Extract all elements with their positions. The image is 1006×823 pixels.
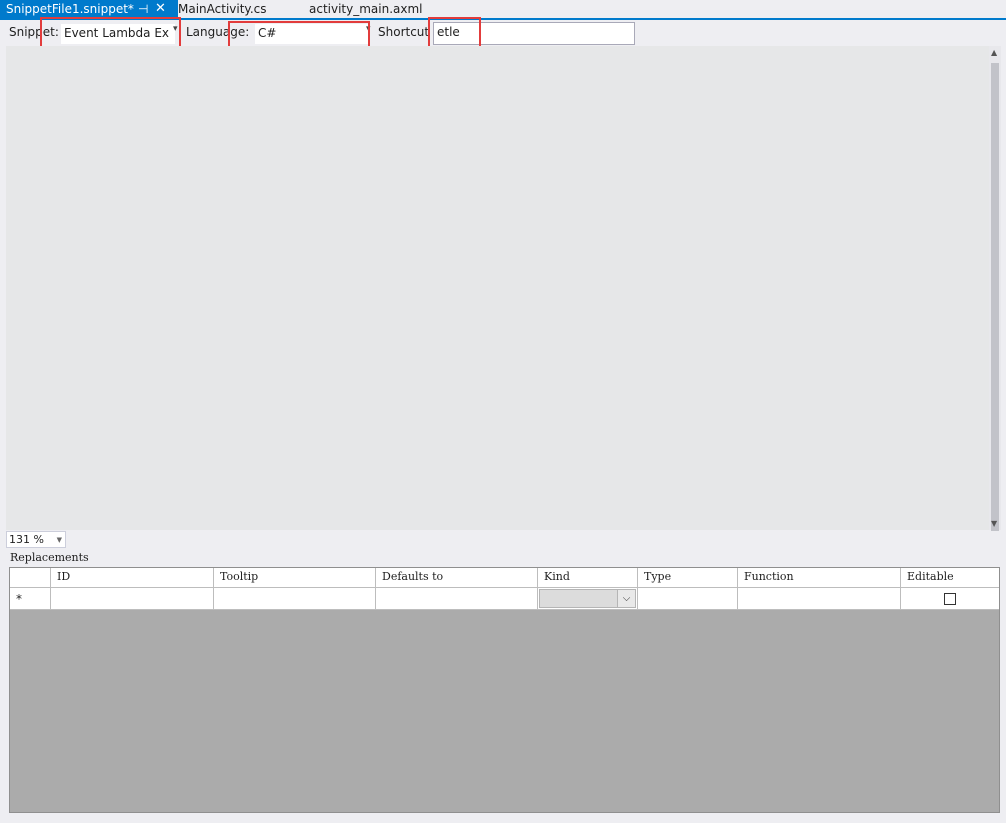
cell-editable	[900, 588, 999, 610]
shortcut-label: Shortcut	[378, 25, 430, 39]
tab-label: SnippetFile1.snippet*	[6, 2, 134, 16]
language-combo[interactable]: C#	[254, 23, 369, 45]
tab-activity-main[interactable]: activity_main.axml	[309, 0, 423, 18]
cell-kind: ⌵	[537, 588, 637, 610]
scroll-up-icon[interactable]: ▲	[991, 48, 997, 57]
chevron-down-icon[interactable]: ▾	[173, 24, 178, 34]
column-header-defaults[interactable]: Defaults to	[375, 568, 537, 587]
cell-type[interactable]	[637, 588, 737, 610]
chevron-down-icon[interactable]: ▼	[57, 533, 62, 548]
column-header-id[interactable]: ID	[50, 568, 213, 587]
cell-tooltip[interactable]	[213, 588, 375, 610]
pin-icon[interactable]: ⊣	[138, 0, 148, 18]
chevron-down-icon[interactable]: ⌵	[617, 590, 635, 607]
cell-defaults[interactable]	[375, 588, 537, 610]
new-row-marker: *	[10, 588, 50, 610]
snippet-value: Event Lambda Ex	[64, 26, 170, 40]
cell-function[interactable]	[737, 588, 900, 610]
row-header-corner	[10, 568, 50, 587]
cell-id[interactable]	[50, 588, 213, 610]
column-header-function[interactable]: Function	[737, 568, 900, 587]
vertical-scrollbar[interactable]: ▲ ▼	[989, 46, 1001, 541]
snippet-combo[interactable]: Event Lambda Ex	[60, 23, 176, 45]
tab-mainactivity[interactable]: MainActivity.cs	[178, 0, 266, 18]
column-header-editable[interactable]: Editable	[900, 568, 999, 587]
horizontal-scroll-area	[66, 531, 1001, 548]
replacements-grid[interactable]: ID Tooltip Defaults to Kind Type Functio…	[9, 567, 1000, 813]
close-icon[interactable]: ✕	[155, 0, 166, 18]
chevron-down-icon[interactable]: ▾	[366, 24, 371, 34]
snippet-label: Snippet:	[9, 25, 59, 39]
snippet-toolbar: Snippet: Event Lambda Ex ▾ Language: C# …	[0, 17, 1006, 57]
zoom-combo[interactable]: 131 % ▼	[6, 531, 66, 548]
shortcut-input[interactable]: etle	[433, 22, 635, 45]
tab-label: MainActivity.cs	[178, 2, 267, 16]
column-header-kind[interactable]: Kind	[537, 568, 637, 587]
scroll-thumb[interactable]	[991, 63, 999, 541]
zoom-value: 131 %	[9, 533, 44, 546]
tab-snippetfile1[interactable]: SnippetFile1.snippet* ⊣ ✕	[0, 0, 178, 18]
scroll-down-icon[interactable]: ▼	[991, 519, 997, 528]
table-row[interactable]: * ⌵	[10, 588, 999, 610]
column-header-tooltip[interactable]: Tooltip	[213, 568, 375, 587]
status-strip	[0, 815, 1006, 823]
replacements-title: Replacements	[10, 551, 89, 564]
document-tab-strip: SnippetFile1.snippet* ⊣ ✕ MainActivity.c…	[0, 0, 1006, 20]
editable-checkbox[interactable]	[944, 593, 956, 605]
shortcut-value: etle	[437, 25, 460, 39]
code-editor[interactable]	[6, 46, 989, 530]
language-label: Language:	[186, 25, 250, 39]
language-value: C#	[258, 26, 277, 40]
grid-header: ID Tooltip Defaults to Kind Type Functio…	[10, 568, 999, 588]
tab-label: activity_main.axml	[309, 2, 423, 16]
kind-combo[interactable]: ⌵	[539, 589, 636, 608]
column-header-type[interactable]: Type	[637, 568, 737, 587]
